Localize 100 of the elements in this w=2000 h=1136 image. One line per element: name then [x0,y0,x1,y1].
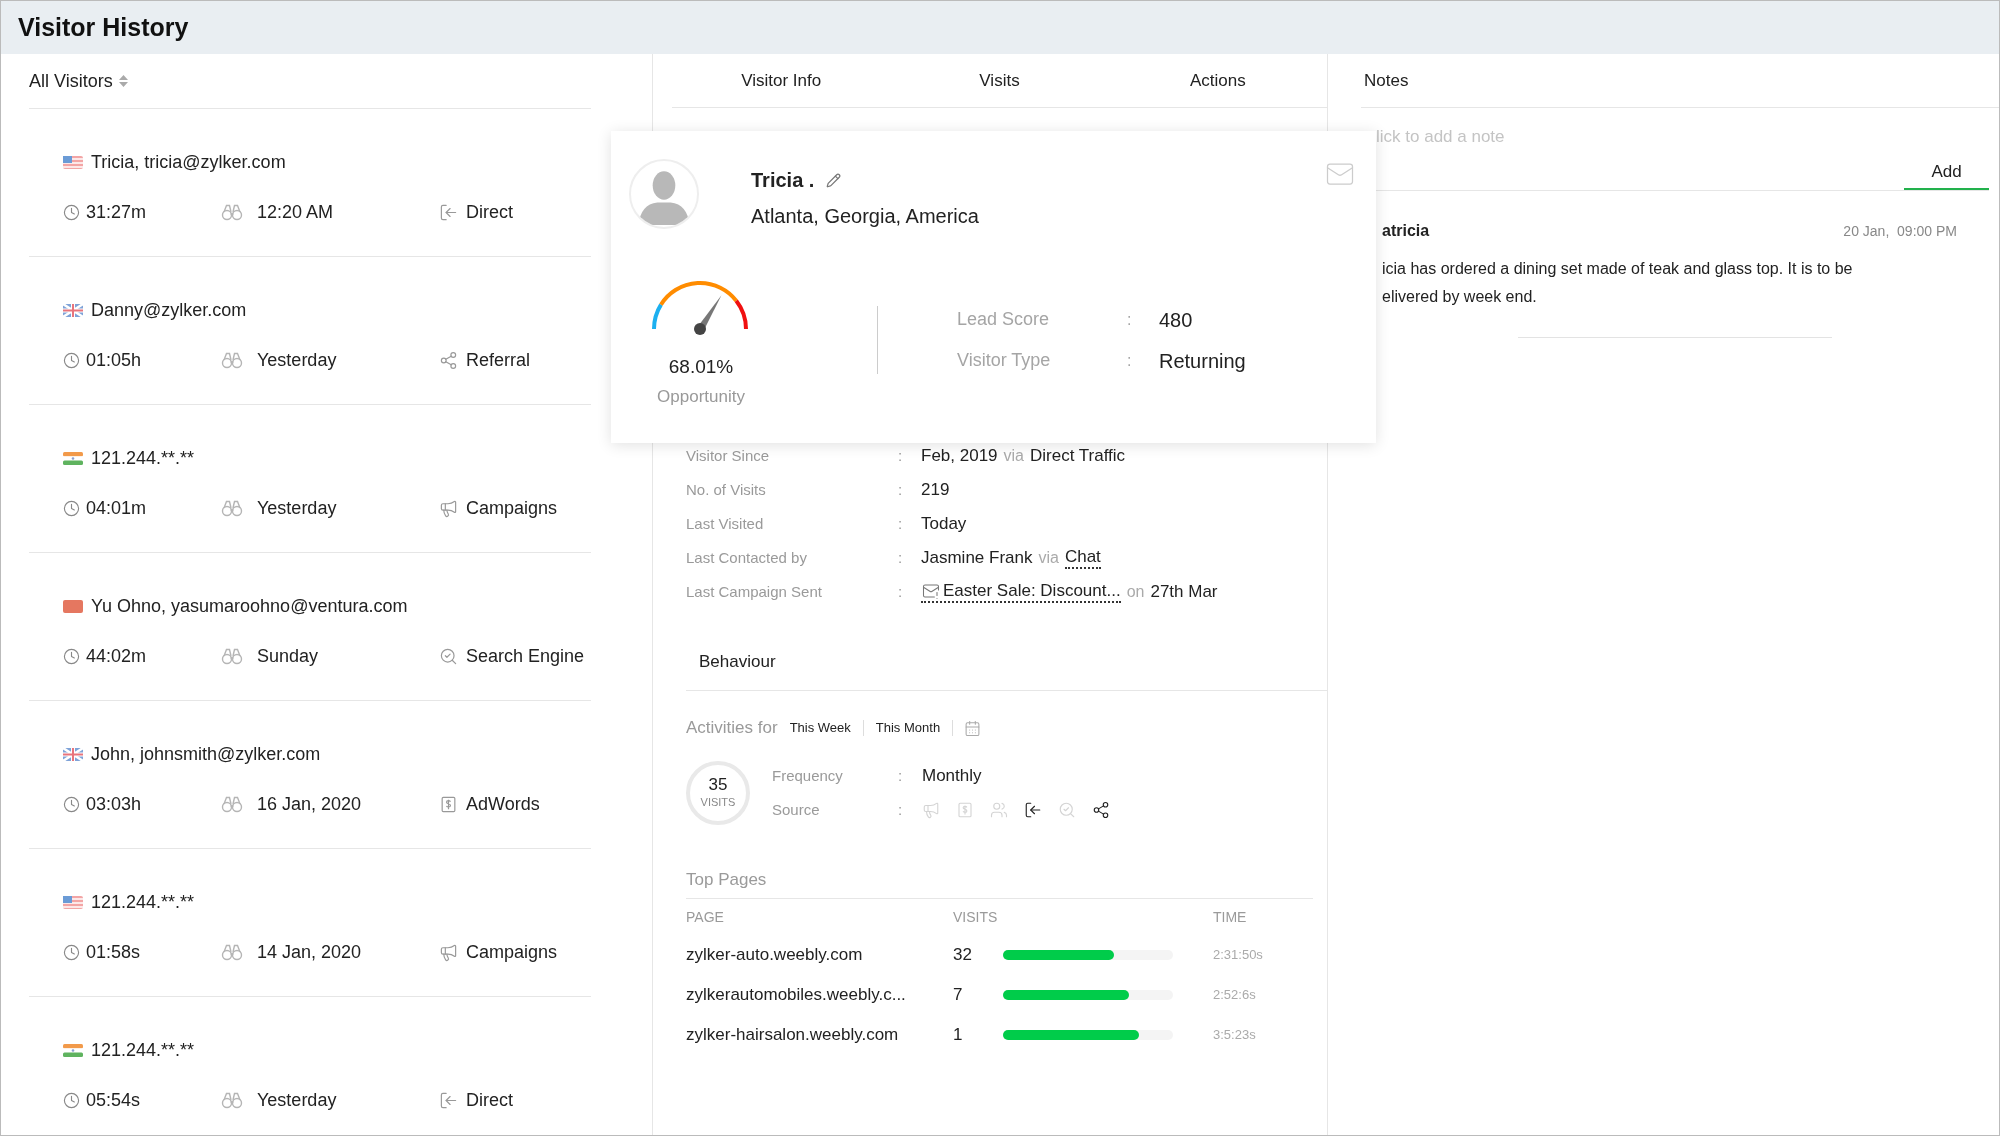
page-title: Visitor History [18,11,189,43]
add-note-button[interactable]: Add [1904,156,1989,190]
chat-link[interactable]: Chat [1064,547,1101,569]
note-text-line: elivered by week end. [1382,287,1538,307]
campaign-link[interactable]: Easter Sale: Discount... [921,581,1121,603]
connector-word: via [1038,548,1059,568]
visitor-name: 121.244.**.** [91,890,195,914]
traffic-source: Referral [466,348,531,372]
info-colon: : [898,445,904,466]
visitor-name: 121.244.**.** [91,1038,195,1062]
info-value: Jasmine Frank [921,547,1033,570]
info-colon: : [898,479,904,500]
dollar-icon [956,801,974,819]
detail-tab[interactable]: Visits [890,54,1109,107]
stat-value: 480 [1159,307,1193,333]
section-title: Behaviour [699,650,776,673]
visitor-list-item[interactable]: Yu Ohno, yasumaroohno@ventura.com 44:02m Sunday Search Engine [29,552,591,700]
clock-icon [63,1091,80,1109]
flag-icon [63,1043,83,1057]
visitor-list-item[interactable]: 121.244.**.** 05:54s Yesterday Direct [29,996,591,1135]
megaphone-icon [922,801,940,819]
binoculars-icon [221,795,243,813]
last-seen-time: Yesterday [257,496,337,520]
share-icon [1092,801,1110,819]
opportunity-percentage: 68.01% [668,355,734,379]
last-seen-time: Sunday [257,644,319,668]
info-value: 219 [921,479,950,502]
visit-duration: 05:54s [86,1088,141,1112]
traffic-source: Search Engine [466,644,585,668]
info-value: Feb, 2019 [921,445,998,468]
info-colon: : [898,513,904,534]
traffic-source: Direct [466,200,513,224]
search-icon [1058,801,1076,819]
binoculars-icon [221,203,243,221]
visitor-name: John, johnsmith@zylker.com [91,742,321,766]
visit-duration: 01:05h [86,348,142,372]
traffic-source: AdWords [466,792,540,816]
detail-tab[interactable]: Actions [1108,54,1327,107]
visits-label: VISITS [700,794,736,810]
info-colon: : [898,765,904,786]
info-label: Last Campaign Sent [686,581,823,602]
time-spent: 2:52:6s [1213,986,1256,1005]
visitor-name: 121.244.**.** [91,446,195,470]
panel-title: Notes [1364,69,1409,92]
visitor-list-item[interactable]: John, johnsmith@zylker.com 03:03h 16 Jan, 2020 AdWords [29,700,591,848]
share-icon [439,350,458,370]
info-value: Direct Traffic [1030,445,1126,468]
info-label: No. of Visits [686,479,767,500]
stat-colon: : [1127,309,1133,330]
info-label: Frequency [772,765,844,786]
stat-label: Lead Score [957,308,1051,331]
period-filter[interactable]: This Week [788,718,852,738]
flag-icon [63,895,83,909]
visitor-list-item[interactable]: Tricia, tricia@zylker.com 31:27m 12:20 AM Direct [29,108,591,256]
visit-count: 7 [953,984,964,1007]
binoculars-icon [221,351,243,369]
visit-duration: 01:58s [86,940,141,964]
flag-icon [63,599,83,613]
info-value: Today [921,513,967,536]
column-header: VISITS [953,907,999,927]
visits-count: 35 [708,775,728,794]
last-seen-time: Yesterday [257,1088,337,1112]
calendar-icon[interactable] [964,719,982,737]
flag-icon [63,155,83,169]
info-colon: : [898,581,904,602]
visitor-list-item[interactable]: 121.244.**.** 01:58s 14 Jan, 2020 Campaigns [29,848,591,996]
info-value: Monthly [922,765,982,788]
column-header: TIME [1213,907,1247,927]
note-input[interactable]: lick to add a note [1376,124,1876,150]
page-url: zylker-auto.weebly.com [686,944,864,967]
column-header: PAGE [686,907,725,927]
flag-icon [63,747,83,761]
detail-tab[interactable]: Visitor Info [672,54,891,107]
opportunity-label: Opportunity [657,385,745,408]
visit-duration: 04:01m [86,496,147,520]
visit-duration: 31:27m [86,200,147,224]
page-url: zylker-hairsalon.weebly.com [686,1024,900,1047]
mail-alert-icon [921,582,941,600]
megaphone-icon [439,942,458,962]
binoculars-icon [221,647,243,665]
info-colon: : [898,547,904,568]
stat-colon: : [1127,350,1133,371]
visitor-list-item[interactable]: 121.244.**.** 04:01m Yesterday Campaigns [29,404,591,552]
note-text-line: icia has ordered a dining set made of teak and glass top. It is to be [1382,259,1854,279]
info-label: Last Contacted by [686,547,808,568]
visitor-filter-dropdown[interactable]: All Visitors [29,67,128,95]
edit-icon[interactable] [826,172,842,188]
traffic-source: Campaigns [466,940,558,964]
period-filter[interactable]: This Month [874,718,942,738]
visit-count: 32 [953,944,973,967]
visitor-list-item[interactable]: Danny@zylker.com 01:05h Yesterday Referral [29,256,591,404]
binoculars-icon [221,943,243,961]
enter-icon [439,202,458,222]
info-label: Source [772,799,821,820]
note-date: 20 Jan, 09:00 PM [1843,221,1957,241]
info-value: 27th Mar [1150,581,1218,604]
time-spent: 3:5:23s [1213,1026,1256,1045]
flag-icon [63,303,83,317]
clock-icon [63,795,80,813]
clock-icon [63,351,80,369]
